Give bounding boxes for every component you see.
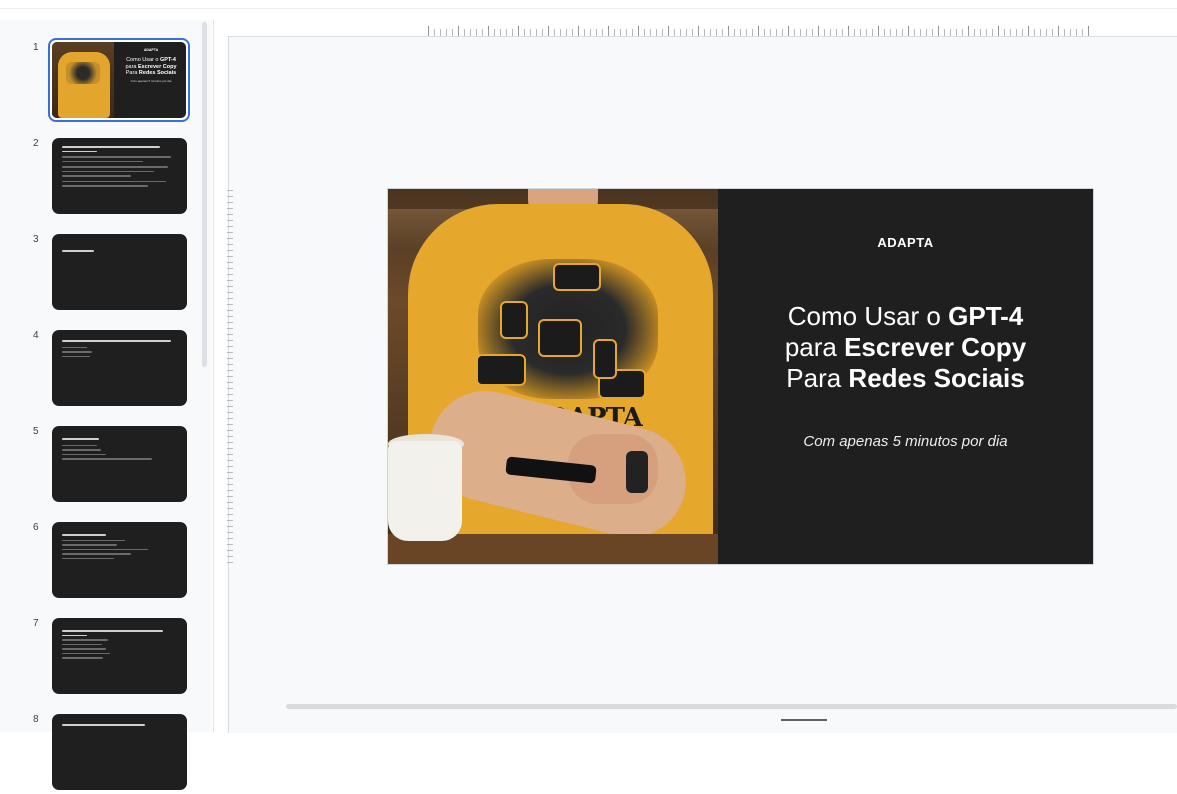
slide-number: 7 xyxy=(33,618,39,629)
slide-thumbnail-row-5[interactable]: 5 xyxy=(0,426,200,506)
slide-thumbnail-1[interactable]: ADAPTA Como Usar o GPT-4 para Escrever Co… xyxy=(48,38,190,122)
slide-number: 3 xyxy=(33,234,39,245)
thumbnail-text-lines xyxy=(62,724,177,729)
slide-number: 2 xyxy=(33,138,39,149)
slide-thumbnail-6[interactable] xyxy=(52,522,187,598)
thumbnail-brand: ADAPTA xyxy=(143,48,159,52)
chat-bubble-icon xyxy=(476,354,526,386)
slide-thumbnail-row-7[interactable]: 7 xyxy=(0,618,200,698)
slide-thumbnail-row-2[interactable]: 2 xyxy=(0,138,200,218)
thumbnail-text-lines xyxy=(62,438,177,463)
thumbnail-text-lines xyxy=(62,630,177,662)
thumbnail-text-lines xyxy=(62,534,177,562)
filmstrip-scrollbar[interactable] xyxy=(202,22,207,367)
slide-number: 8 xyxy=(33,714,39,725)
phone-icon xyxy=(500,301,528,339)
slide-photo[interactable]: AIDAPTA xyxy=(388,189,718,564)
slide-thumbnail-5[interactable] xyxy=(52,426,187,502)
slide-thumbnail-7[interactable] xyxy=(52,618,187,694)
thumbnail-text-lines xyxy=(62,250,177,255)
speaker-notes-resize-handle[interactable] xyxy=(781,719,827,721)
slide-text-panel[interactable]: ADAPTA Como Usar o GPT-4 para Escrever Co… xyxy=(718,189,1093,564)
coffee-cup xyxy=(388,441,462,541)
slide-thumbnail-row-6[interactable]: 6 xyxy=(0,522,200,602)
slide-thumbnail-8[interactable] xyxy=(52,714,187,790)
slide-subtitle[interactable]: Com apenas 5 minutos por dia xyxy=(718,433,1093,450)
horizontal-ruler[interactable] xyxy=(428,29,1093,36)
current-slide[interactable]: AIDAPTA ADAPTA Como Usar o GPT-4para Esc… xyxy=(388,189,1093,564)
thumbnail-text-lines xyxy=(62,146,177,190)
slide-thumbnail-row-4[interactable]: 4 xyxy=(0,330,200,410)
chat-bubble-icon xyxy=(538,319,582,357)
horizontal-scrollbar[interactable] xyxy=(286,704,1177,709)
slide-thumbnail-row-1[interactable]: 1 ADAPTA Como Usar o GPT-4 para Escrever … xyxy=(0,38,200,122)
slide-number: 4 xyxy=(33,330,39,341)
slide-thumbnail-4[interactable] xyxy=(52,330,187,406)
slide-filmstrip[interactable]: 1 ADAPTA Como Usar o GPT-4 para Escrever … xyxy=(0,20,212,790)
smartwatch xyxy=(626,451,648,493)
thumbnail-text-lines xyxy=(62,340,177,360)
slide-number: 1 xyxy=(33,42,39,53)
chat-bubble-icon xyxy=(553,263,601,291)
thumbnail-title: Como Usar o GPT-4 para Escrever Copy Para … xyxy=(125,57,177,76)
slide-title[interactable]: Como Usar o GPT-4 para Escrever Copy Para … xyxy=(718,301,1093,394)
slide-number: 6 xyxy=(33,522,39,533)
slide-number: 5 xyxy=(33,426,39,437)
slide-thumbnail-row-3[interactable]: 3 xyxy=(0,234,200,314)
slide-thumbnail-row-8[interactable]: 8 xyxy=(0,714,200,794)
thumbnail-subtitle: Com apenas 5 minutos por dia xyxy=(130,78,172,83)
slide-brand[interactable]: ADAPTA xyxy=(718,235,1093,250)
phone-icon xyxy=(593,339,617,379)
panel-divider[interactable] xyxy=(213,20,214,732)
thumbnail-photo xyxy=(52,42,114,118)
top-divider xyxy=(0,8,1177,9)
slide-thumbnail-3[interactable] xyxy=(52,234,187,310)
vertical-ruler[interactable] xyxy=(227,190,233,564)
slide-thumbnail-2[interactable] xyxy=(52,138,187,214)
